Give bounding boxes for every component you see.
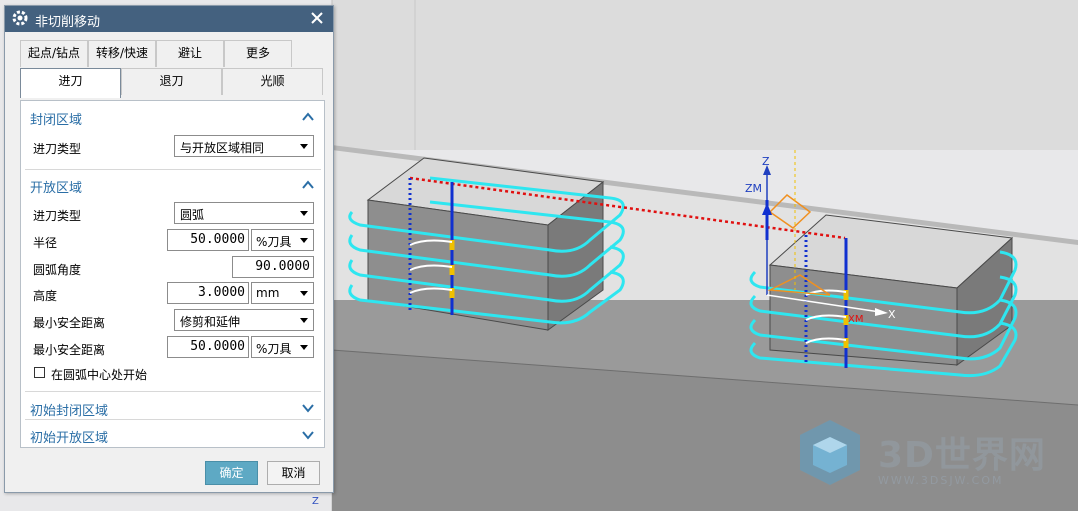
radius-unit-select[interactable]: %刀具 bbox=[251, 229, 314, 251]
dropdown-arrow-icon bbox=[300, 211, 308, 216]
closed-engage-type-select[interactable]: 与开放区域相同 bbox=[174, 135, 314, 157]
tab-retract[interactable]: 退刀 bbox=[121, 68, 222, 95]
open-engage-type-row: 进刀类型 圆弧 bbox=[21, 202, 324, 226]
closed-engage-type-row: 进刀类型 与开放区域相同 bbox=[21, 135, 324, 159]
divider bbox=[25, 169, 321, 170]
cancel-button[interactable]: 取消 bbox=[267, 461, 320, 485]
chevron-up-icon bbox=[302, 112, 314, 121]
dropdown-arrow-icon bbox=[300, 238, 308, 243]
tab-transfer-rapid[interactable]: 转移/快速 bbox=[88, 40, 156, 67]
axis-xm-label: XM bbox=[848, 314, 863, 325]
radius-input[interactable]: 50.0000 bbox=[167, 229, 249, 251]
start-at-arc-center-label: 在圆弧中心处开始 bbox=[51, 368, 148, 382]
chevron-down-icon bbox=[302, 404, 314, 413]
axis-zm-label: ZM bbox=[745, 182, 762, 195]
section-open-area-label: 开放区域 bbox=[30, 181, 83, 196]
arc-angle-label: 圆弧角度 bbox=[33, 263, 82, 277]
min-safe-distance-label: 最小安全距离 bbox=[33, 343, 106, 357]
min-safe-distance-unit-select[interactable]: %刀具 bbox=[251, 336, 314, 358]
height-label: 高度 bbox=[33, 289, 58, 303]
chevron-up-icon bbox=[302, 180, 314, 189]
min-safe-distance-input[interactable]: 50.0000 bbox=[167, 336, 249, 358]
non-cutting-moves-dialog: 非切削移动 起点/钻点 转移/快速 避让 更多 进刀 退刀 光顺 封闭区域 进刀… bbox=[4, 5, 334, 493]
min-safe-mode-select[interactable]: 修剪和延伸 bbox=[174, 309, 314, 331]
section-closed-area-label: 封闭区域 bbox=[30, 113, 83, 128]
tab-row-top: 起点/钻点 转移/快速 避让 更多 bbox=[20, 40, 292, 67]
section-initial-closed-area[interactable]: 初始封闭区域 bbox=[21, 396, 324, 420]
radius-row: 半径 50.0000 %刀具 bbox=[21, 229, 324, 253]
open-engage-type-value: 圆弧 bbox=[180, 208, 205, 222]
section-initial-closed-area-label: 初始封闭区域 bbox=[30, 404, 109, 419]
closed-engage-type-value: 与开放区域相同 bbox=[180, 141, 265, 155]
tab-row-bottom: 进刀 退刀 光顺 bbox=[20, 68, 323, 98]
chevron-down-icon bbox=[302, 431, 314, 440]
ok-button[interactable]: 确定 bbox=[205, 461, 258, 485]
arc-angle-input[interactable]: 90.0000 bbox=[232, 256, 314, 278]
dropdown-arrow-icon bbox=[300, 144, 308, 149]
close-icon[interactable] bbox=[307, 8, 327, 28]
height-row: 高度 3.0000 mm bbox=[21, 282, 324, 306]
divider bbox=[25, 419, 321, 420]
brand-url: WWW.3DSJW.COM bbox=[878, 474, 1004, 487]
open-engage-type-label: 进刀类型 bbox=[33, 209, 82, 223]
section-closed-area[interactable]: 封闭区域 bbox=[21, 105, 324, 129]
section-initial-open-area-label: 初始开放区域 bbox=[30, 431, 109, 446]
tab-start-drill-point[interactable]: 起点/钻点 bbox=[20, 40, 88, 67]
start-at-arc-center-checkbox[interactable] bbox=[34, 367, 45, 378]
min-safe-distance-unit-value: %刀具 bbox=[256, 342, 292, 356]
start-at-arc-center-row: 在圆弧中心处开始 bbox=[21, 361, 324, 385]
section-initial-open-area[interactable]: 初始开放区域 bbox=[21, 423, 324, 447]
tab-more[interactable]: 更多 bbox=[224, 40, 292, 67]
tab-engage[interactable]: 进刀 bbox=[20, 68, 121, 98]
gear-icon bbox=[12, 10, 28, 26]
open-engage-type-select[interactable]: 圆弧 bbox=[174, 202, 314, 224]
dropdown-arrow-icon bbox=[300, 318, 308, 323]
height-unit-value: mm bbox=[256, 286, 280, 300]
brand-text: 3D世界网 bbox=[878, 435, 1046, 476]
dialog-title-bar[interactable]: 非切削移动 bbox=[5, 6, 333, 32]
min-safe-mode-value: 修剪和延伸 bbox=[180, 315, 241, 329]
min-safe-mode-label: 最小安全距离 bbox=[33, 316, 106, 330]
tab-avoidance[interactable]: 避让 bbox=[156, 40, 224, 67]
closed-engage-type-label: 进刀类型 bbox=[33, 142, 82, 156]
engage-panel: 封闭区域 进刀类型 与开放区域相同 开放区域 进刀类型 圆弧 半径 50.000… bbox=[20, 100, 325, 448]
axis-z-label: Z bbox=[762, 155, 770, 168]
divider bbox=[25, 391, 321, 392]
radius-unit-value: %刀具 bbox=[256, 235, 292, 249]
section-open-area[interactable]: 开放区域 bbox=[21, 173, 324, 197]
height-unit-select[interactable]: mm bbox=[251, 282, 314, 304]
height-input[interactable]: 3.0000 bbox=[167, 282, 249, 304]
min-safe-distance-row: 最小安全距离 50.0000 %刀具 bbox=[21, 336, 324, 360]
axis-x-label: X bbox=[888, 308, 896, 321]
axis-z-triad-label: Z bbox=[312, 496, 319, 507]
min-safe-mode-row: 最小安全距离 修剪和延伸 bbox=[21, 309, 324, 333]
arc-angle-row: 圆弧角度 90.0000 bbox=[21, 256, 324, 280]
tab-smoothing[interactable]: 光顺 bbox=[222, 68, 323, 95]
radius-label: 半径 bbox=[33, 236, 58, 250]
dialog-title: 非切削移动 bbox=[35, 15, 101, 30]
dropdown-arrow-icon bbox=[300, 291, 308, 296]
dropdown-arrow-icon bbox=[300, 345, 308, 350]
